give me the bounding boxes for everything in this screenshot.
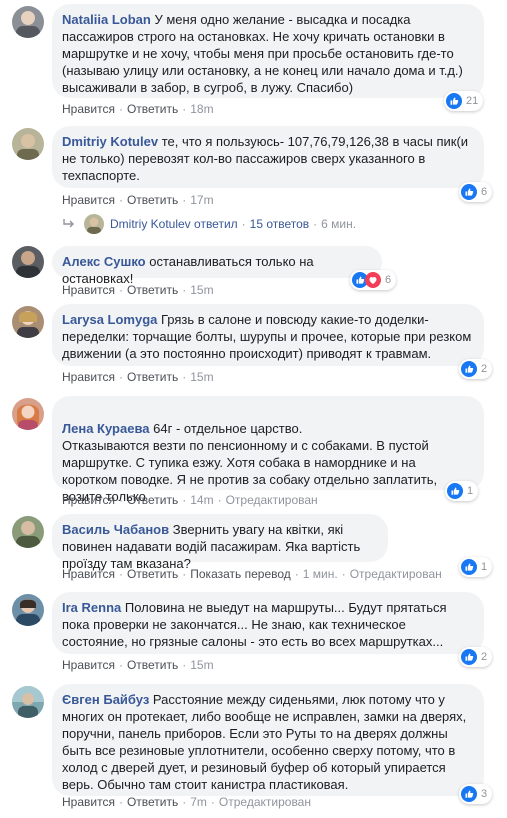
timestamp[interactable]: 14m bbox=[190, 493, 213, 507]
reply-button[interactable]: Ответить bbox=[127, 567, 178, 581]
like-button[interactable]: Нравится bbox=[62, 493, 115, 507]
avatar[interactable] bbox=[12, 128, 44, 160]
comment-bubble: Larysa Lomyga Грязь в салоне и повсюду к… bbox=[52, 304, 484, 366]
timestamp[interactable]: 17m bbox=[190, 193, 213, 207]
comment-author[interactable]: Larysa Lomyga bbox=[62, 312, 157, 327]
avatar[interactable] bbox=[12, 516, 44, 548]
comment: Євген Байбуз Расстояние между сиденьями,… bbox=[0, 680, 507, 818]
avatar[interactable] bbox=[12, 246, 44, 278]
reply-author[interactable]: Dmitriy Kotulev bbox=[110, 217, 191, 231]
comment-bubble: Василь Чабанов Звернить увагу на квітки,… bbox=[52, 514, 388, 571]
comment-author[interactable]: Dmitriy Kotulev bbox=[62, 134, 158, 149]
comment-author[interactable]: Nataliia Loban bbox=[62, 12, 151, 27]
timestamp[interactable]: 1 мин. bbox=[303, 567, 338, 581]
like-icon bbox=[461, 786, 477, 802]
comment-author[interactable]: Ira Renna bbox=[62, 600, 121, 615]
reply-button[interactable]: Ответить bbox=[127, 283, 178, 297]
reaction-count[interactable]: 1 bbox=[459, 557, 493, 577]
edited-label[interactable]: Отредактирован bbox=[219, 795, 311, 809]
like-icon bbox=[461, 361, 477, 377]
reaction-count[interactable]: 2 bbox=[459, 647, 493, 667]
reply-button[interactable]: Ответить bbox=[127, 102, 178, 116]
comment-bubble: Євген Байбуз Расстояние между сиденьями,… bbox=[52, 684, 484, 796]
reaction-count[interactable]: 6 bbox=[350, 270, 397, 290]
like-button[interactable]: Нравится bbox=[62, 567, 115, 581]
comment: Dmitriy Kotulev те, что я пользуюсь- 107… bbox=[0, 122, 507, 240]
timestamp[interactable]: 15m bbox=[190, 658, 213, 672]
comment-bubble: Ira Renna Половина не выедут на маршруты… bbox=[52, 592, 484, 654]
comment-bubble: Dmitriy Kotulev те, что я пользуюсь- 107… bbox=[52, 126, 484, 188]
reaction-count[interactable]: 6 bbox=[459, 182, 493, 202]
comment-author[interactable]: Василь Чабанов bbox=[62, 522, 169, 537]
comment: Лена Кураева 64г - отдельное царство. От… bbox=[0, 392, 507, 510]
like-icon bbox=[461, 649, 477, 665]
comment: Василь Чабанов Звернить увагу на квітки,… bbox=[0, 510, 507, 588]
comment-text: Расстояние между сиденьями, люк потому ч… bbox=[62, 692, 467, 792]
reply-action: ответил bbox=[194, 217, 238, 231]
avatar[interactable] bbox=[12, 6, 44, 38]
like-icon bbox=[447, 483, 463, 499]
view-replies-link[interactable]: Dmitriy Kotulev ответил · 15 ответов · 6 мин… bbox=[62, 214, 356, 234]
reply-count[interactable]: 15 ответов bbox=[250, 217, 310, 231]
comment-actions: Нравится · Ответить · Показать перевод · 1 мин… bbox=[62, 567, 442, 581]
comment-bubble: Лена Кураева 64г - отдельное царство. От… bbox=[52, 396, 484, 504]
reaction-count[interactable]: 21 bbox=[444, 91, 484, 111]
avatar[interactable] bbox=[12, 686, 44, 718]
comment: Ira Renna Половина не выедут на маршруты… bbox=[0, 588, 507, 680]
comment-actions: Нравится · Ответить · 14m · Отредактирован bbox=[62, 493, 318, 507]
reply-button[interactable]: Ответить bbox=[127, 370, 178, 384]
comment-actions: Нравится · Ответить · 17m bbox=[62, 193, 214, 207]
edited-label[interactable]: Отредактирован bbox=[350, 567, 442, 581]
timestamp[interactable]: 15m bbox=[190, 370, 213, 384]
like-button[interactable]: Нравится bbox=[62, 102, 115, 116]
edited-label[interactable]: Отредактирован bbox=[226, 493, 318, 507]
reply-button[interactable]: Ответить bbox=[127, 493, 178, 507]
comment: Larysa Lomyga Грязь в салоне и повсюду к… bbox=[0, 300, 507, 392]
reply-button[interactable]: Ответить bbox=[127, 193, 178, 207]
translate-button[interactable]: Показать перевод bbox=[190, 567, 291, 581]
timestamp[interactable]: 18m bbox=[190, 102, 213, 116]
like-button[interactable]: Нравится bbox=[62, 658, 115, 672]
avatar[interactable] bbox=[12, 306, 44, 338]
comment-author[interactable]: Алекс Сушко bbox=[62, 254, 146, 269]
comment-author[interactable]: Євген Байбуз bbox=[62, 692, 149, 707]
like-button[interactable]: Нравится bbox=[62, 193, 115, 207]
reply-button[interactable]: Ответить bbox=[127, 795, 178, 809]
avatar[interactable] bbox=[12, 594, 44, 626]
reply-time: 6 мин. bbox=[321, 217, 357, 231]
reaction-count[interactable]: 3 bbox=[459, 784, 493, 804]
comment-author[interactable]: Лена Кураева bbox=[62, 421, 150, 436]
comment-bubble: Nataliia Loban У меня одно желание - выс… bbox=[52, 4, 484, 98]
love-icon bbox=[365, 272, 381, 288]
timestamp[interactable]: 15m bbox=[190, 283, 213, 297]
avatar bbox=[84, 214, 104, 234]
comment: Nataliia Loban У меня одно желание - выс… bbox=[0, 0, 507, 122]
like-button[interactable]: Нравится bbox=[62, 370, 115, 384]
comment-actions: Нравится · Ответить · 15m bbox=[62, 283, 214, 297]
reaction-count[interactable]: 1 bbox=[445, 481, 479, 501]
like-icon bbox=[461, 559, 477, 575]
reply-arrow-icon bbox=[63, 219, 74, 228]
comment-actions: Нравится · Ответить · 18m bbox=[62, 102, 214, 116]
timestamp[interactable]: 7m bbox=[190, 795, 207, 809]
avatar[interactable] bbox=[12, 398, 44, 430]
comment: Алекс Сушко останавливаться только на ос… bbox=[0, 240, 507, 300]
like-button[interactable]: Нравится bbox=[62, 795, 115, 809]
like-icon bbox=[446, 93, 462, 109]
reply-button[interactable]: Ответить bbox=[127, 658, 178, 672]
comment-actions: Нравится · Ответить · 7m · Отредактирован bbox=[62, 795, 311, 809]
reaction-count[interactable]: 2 bbox=[459, 359, 493, 379]
comment-actions: Нравится · Ответить · 15m bbox=[62, 370, 214, 384]
like-icon bbox=[461, 184, 477, 200]
comment-actions: Нравится · Ответить · 15m bbox=[62, 658, 214, 672]
like-button[interactable]: Нравится bbox=[62, 283, 115, 297]
comment-bubble: Алекс Сушко останавливаться только на ос… bbox=[52, 246, 382, 286]
